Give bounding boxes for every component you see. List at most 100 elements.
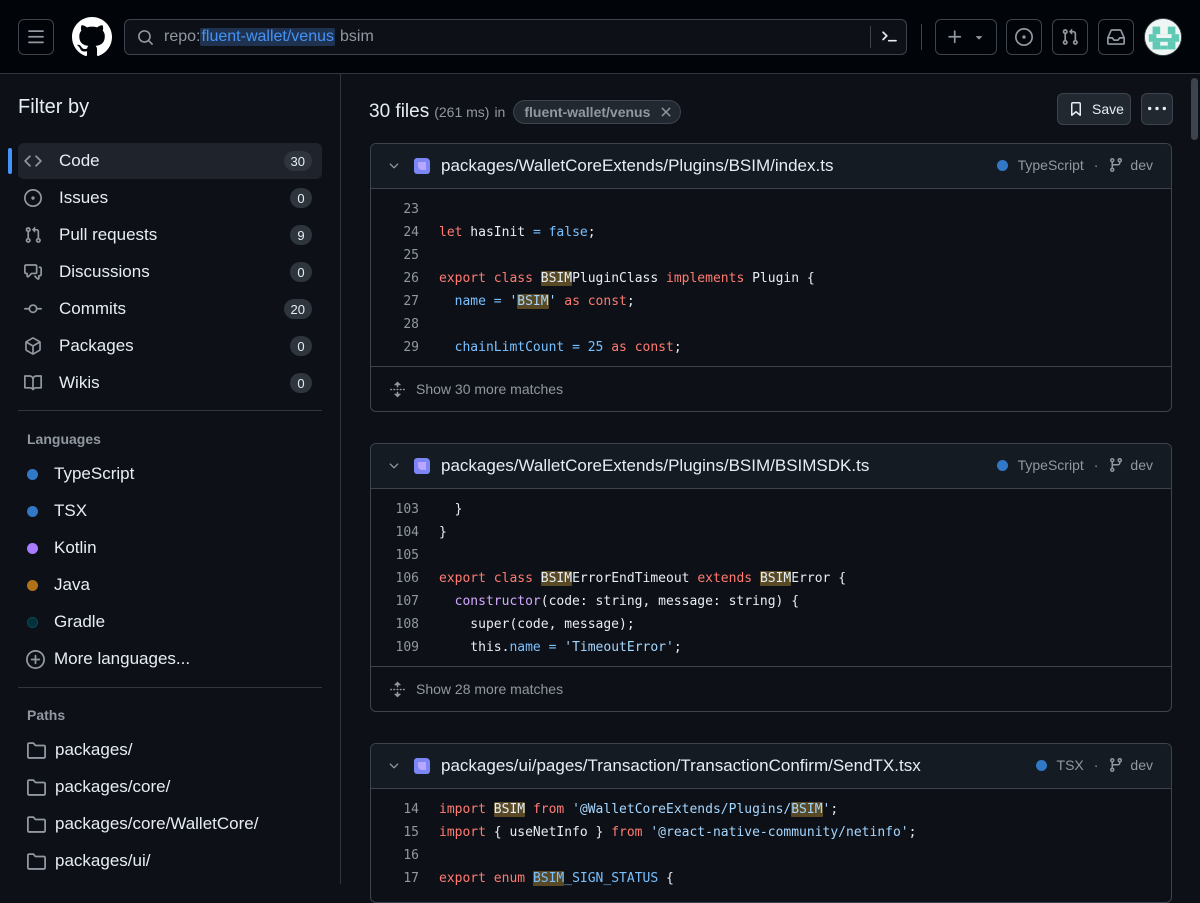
line-number[interactable]: 24 — [371, 225, 419, 240]
line-number[interactable]: 23 — [371, 202, 419, 217]
code-icon — [24, 155, 42, 167]
comment-discussion-icon — [24, 264, 42, 280]
line-number[interactable]: 103 — [371, 502, 419, 517]
line-number[interactable]: 29 — [371, 340, 419, 355]
path-item[interactable]: packages/ui/ — [27, 846, 150, 876]
line-number[interactable]: 105 — [371, 548, 419, 563]
language-java[interactable]: Java — [27, 570, 90, 600]
search-repo-token: fluent-wallet/venus — [200, 28, 335, 46]
count-badge: 0 — [290, 262, 312, 282]
file-path-link[interactable]: packages/WalletCoreExtends/Plugins/BSIM/… — [441, 456, 869, 476]
code-text: let hasInit = false; — [439, 225, 596, 240]
filter-discussions[interactable]: Discussions 0 — [18, 254, 322, 290]
file-language: TypeScript — [1017, 157, 1084, 173]
code-snippet: 103 } 104} 105 106 export class BSIMErrorEnd… — [371, 489, 1171, 666]
language-label: TypeScript — [54, 464, 135, 483]
language-kotlin[interactable]: Kotlin — [27, 533, 97, 563]
code-text: name = 'BSIM' as const; — [454, 294, 635, 309]
count-badge: 0 — [290, 373, 312, 393]
search-input[interactable]: repo: fluent-wallet/venus bsim — [124, 19, 907, 55]
sidebar-divider — [18, 410, 322, 411]
chevron-down-icon[interactable] — [387, 759, 401, 773]
language-gradle[interactable]: Gradle — [27, 607, 105, 637]
inbox-icon — [1107, 29, 1125, 45]
triangle-down-icon — [975, 36, 983, 40]
filter-pull-requests[interactable]: Pull requests 9 — [18, 217, 322, 253]
path-label: packages/ — [55, 740, 133, 759]
filter-label: Wikis — [59, 373, 100, 392]
chevron-down-icon[interactable] — [387, 159, 401, 173]
chevron-down-icon[interactable] — [387, 459, 401, 473]
file-meta: TypeScript · dev — [996, 157, 1153, 173]
code-text: constructor(code: string, message: strin… — [454, 594, 800, 609]
folder-icon — [27, 741, 46, 759]
more-languages-label: More languages... — [54, 649, 191, 668]
filter-packages[interactable]: Packages 0 — [18, 328, 322, 364]
code-line: 17 export enum BSIM_SIGN_STATUS { — [371, 867, 1171, 890]
language-color-dot — [27, 542, 38, 554]
file-branch: dev — [1130, 757, 1153, 773]
line-number[interactable]: 28 — [371, 317, 419, 332]
line-number[interactable]: 106 — [371, 571, 419, 586]
show-more-matches[interactable]: Show 28 more matches — [371, 666, 1171, 711]
pull-requests-button[interactable] — [1052, 19, 1088, 55]
user-avatar[interactable] — [1144, 18, 1182, 56]
code-text: export class BSIMPluginClass implements … — [439, 271, 815, 286]
filter-wikis[interactable]: Wikis 0 — [18, 365, 322, 401]
code-line: 14 import BSIM from '@WalletCoreExtends/P… — [371, 798, 1171, 821]
git-branch-icon — [1110, 458, 1123, 473]
line-number[interactable]: 108 — [371, 617, 419, 632]
line-number[interactable]: 26 — [371, 271, 419, 286]
file-path-link[interactable]: packages/ui/pages/Transaction/Transactio… — [441, 756, 921, 776]
language-color-dot — [27, 579, 38, 591]
filter-label: Packages — [59, 336, 134, 355]
filter-code[interactable]: Code 30 — [18, 143, 322, 179]
show-more-label: Show 30 more matches — [416, 381, 564, 397]
show-more-matches[interactable]: Show 30 more matches — [371, 366, 1171, 411]
more-options-button[interactable] — [1141, 93, 1173, 125]
line-number[interactable]: 107 — [371, 594, 419, 609]
scrollbar-thumb[interactable] — [1191, 78, 1198, 140]
line-number[interactable]: 25 — [371, 248, 419, 263]
issues-button[interactable] — [1006, 19, 1042, 55]
topbar-divider — [921, 24, 922, 50]
path-item[interactable]: packages/core/ — [27, 772, 170, 802]
file-branch: dev — [1130, 457, 1153, 473]
language-color-dot — [996, 159, 1008, 171]
line-number[interactable]: 109 — [371, 640, 419, 655]
command-palette-button[interactable] — [870, 26, 906, 48]
results-count: 30 files — [369, 101, 430, 122]
folder-icon — [27, 778, 46, 796]
git-branch-icon — [1110, 158, 1123, 173]
language-color-dot — [996, 459, 1008, 471]
path-item[interactable]: packages/ — [27, 735, 133, 765]
language-tsx[interactable]: TSX — [27, 496, 87, 526]
line-number[interactable]: 27 — [371, 294, 419, 309]
bookmark-icon — [1071, 102, 1081, 117]
language-color-dot — [27, 468, 38, 480]
create-new-button[interactable] — [935, 19, 997, 55]
menu-button[interactable] — [18, 19, 54, 55]
more-languages-link[interactable]: More languages... — [26, 644, 191, 674]
code-text: import { useNetInfo } from '@react-nativ… — [439, 825, 917, 840]
filter-commits[interactable]: Commits 20 — [18, 291, 322, 327]
language-typescript[interactable]: TypeScript — [27, 459, 134, 489]
save-search-button[interactable]: Save — [1057, 93, 1131, 125]
line-number[interactable]: 14 — [371, 802, 419, 817]
line-number[interactable]: 104 — [371, 525, 419, 540]
filter-issues[interactable]: Issues 0 — [18, 180, 322, 216]
code-line: 16 — [371, 844, 1171, 867]
code-line: 25 — [371, 244, 1171, 267]
line-number[interactable]: 15 — [371, 825, 419, 840]
show-more-label: Show 28 more matches — [416, 681, 564, 697]
line-number[interactable]: 16 — [371, 848, 419, 863]
count-badge: 30 — [283, 151, 312, 171]
file-path-link[interactable]: packages/WalletCoreExtends/Plugins/BSIM/… — [441, 156, 833, 176]
close-icon[interactable] — [658, 104, 674, 120]
inbox-button[interactable] — [1098, 19, 1134, 55]
path-item[interactable]: packages/core/WalletCore/ — [27, 809, 258, 839]
github-logo-icon[interactable] — [72, 17, 112, 57]
code-snippet: 23 24 let hasInit = false; 25 26 export class… — [371, 189, 1171, 366]
scrollbar-track[interactable] — [1189, 74, 1200, 884]
search-term: bsim — [339, 28, 374, 45]
